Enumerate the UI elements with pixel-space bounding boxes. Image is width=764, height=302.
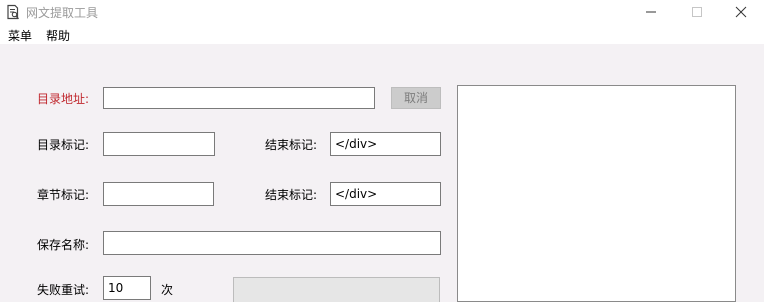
dir-address-input[interactable] — [103, 87, 375, 109]
dir-end-mark-label: 结束标记: — [265, 138, 318, 152]
minimize-icon — [646, 11, 656, 13]
dir-address-label: 目录地址: — [37, 92, 90, 106]
close-button[interactable] — [718, 0, 764, 24]
minimize-button[interactable] — [628, 0, 674, 24]
dir-mark-label: 目录标记: — [37, 138, 90, 152]
cancel-button[interactable]: 取消 — [391, 87, 441, 109]
menu-bar: 菜单 帮助 — [0, 24, 764, 44]
menu-item-help[interactable]: 帮助 — [46, 27, 70, 44]
retry-unit-label: 次 — [161, 283, 174, 297]
retry-count-input[interactable] — [103, 276, 151, 300]
chapter-mark-label: 章节标记: — [37, 188, 90, 202]
progress-bar — [233, 277, 440, 302]
log-textarea[interactable] — [457, 85, 736, 302]
window-title: 网文提取工具 — [26, 6, 99, 20]
save-name-label: 保存名称: — [37, 238, 90, 252]
dir-end-mark-input[interactable] — [330, 132, 441, 156]
save-name-input[interactable] — [103, 231, 441, 255]
maximize-button[interactable] — [674, 0, 720, 24]
document-search-icon — [7, 4, 19, 20]
chapter-mark-input[interactable] — [103, 182, 214, 206]
title-bar: 网文提取工具 — [0, 0, 764, 24]
client-area: 目录地址: 取消 目录标记: 结束标记: 章节标记: 结束标记: 保存名称: 失… — [0, 44, 764, 302]
menu-item-menu[interactable]: 菜单 — [8, 27, 32, 44]
chapter-end-mark-input[interactable] — [330, 182, 441, 206]
dir-mark-input[interactable] — [103, 132, 215, 156]
retry-label: 失败重试: — [37, 283, 90, 297]
maximize-icon — [692, 7, 702, 17]
chapter-end-mark-label: 结束标记: — [265, 188, 318, 202]
close-icon — [735, 6, 747, 18]
